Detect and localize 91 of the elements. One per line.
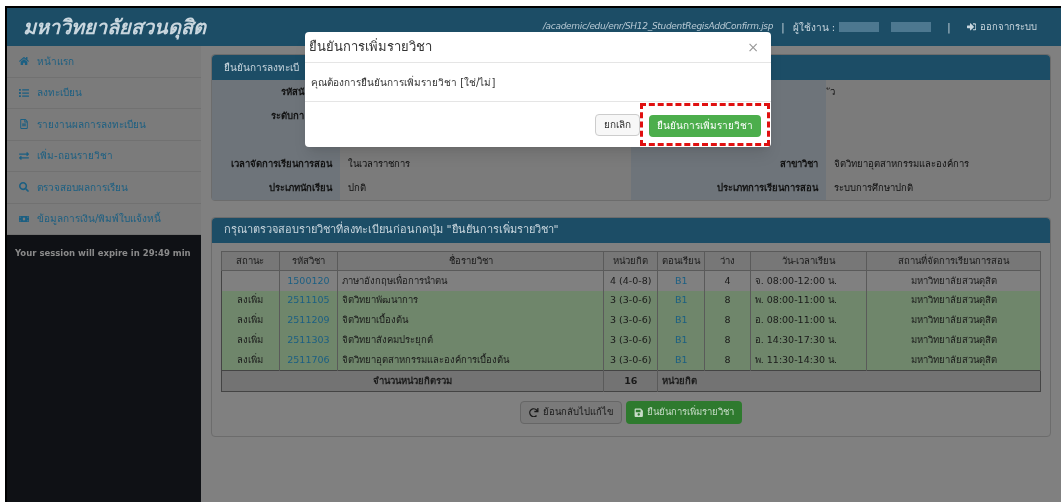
total-value: 16 <box>624 374 638 386</box>
session-timer: Your session will expire in 29:49 min <box>14 247 192 260</box>
field-value: ัว <box>826 84 835 100</box>
table-cell: ลงเพิ่ม <box>237 294 264 306</box>
table-cell: จ. 08:00-12:00 น. <box>754 274 837 286</box>
table-cell: 8 <box>724 354 731 366</box>
table-cell: จิตวิทยาเบื้องต้น <box>342 314 409 326</box>
cancel-button[interactable]: ยกเลิก <box>595 113 640 136</box>
back-button[interactable]: ย้อนกลับไปแก้ไข <box>520 401 622 424</box>
course-link[interactable]: 1500120 <box>287 274 330 286</box>
panel-title: ยืนยันการลงทะเบี <box>224 61 299 75</box>
table-cell: อ. 08:00-11:00 น. <box>754 314 837 326</box>
table-cell: 3 (3-0-6) <box>610 334 652 346</box>
column-header: หน่วยกิต <box>603 251 658 271</box>
dialog-title: ยืนยันการเพิ่มรายวิชา <box>309 37 433 57</box>
column-header: ว่าง <box>704 251 751 271</box>
separator: | <box>781 20 785 35</box>
table-cell: พ. 08:00-11:00 น. <box>754 294 837 306</box>
banknote-icon <box>19 213 29 224</box>
course-link[interactable]: 2511303 <box>287 334 330 346</box>
table-cell: จิตวิทยาสังคมประยุกต์ <box>342 334 434 346</box>
sidebar-item[interactable]: รายงานผลการลงทะเบียน <box>7 109 201 141</box>
table-cell: 8 <box>724 294 731 306</box>
redacted-name <box>891 22 932 32</box>
close-button[interactable]: × <box>747 36 759 58</box>
total-unit: หน่วยกิต <box>657 370 1041 392</box>
table-cell: 8 <box>724 334 731 346</box>
document-icon <box>19 119 29 130</box>
course-link[interactable]: B1 <box>674 314 688 326</box>
refresh-icon <box>529 407 539 418</box>
table-cell: ภาษาอังกฤษเพื่อการนำตน <box>342 274 448 286</box>
column-header: รหัสวิชา <box>279 251 338 271</box>
table-cell: 3 (3-0-6) <box>610 354 652 366</box>
course-link[interactable]: B1 <box>674 274 688 286</box>
table-cell: 4 (4-0-8) <box>610 274 652 286</box>
save-icon <box>633 407 643 418</box>
user-label: ผู้ใช้งาน : <box>792 20 836 35</box>
sidebar-item[interactable]: ตรวจสอบผลการเรียน <box>7 172 201 204</box>
page-path: /academic/edu/enr/SH12_StudentRegisAddConfirm.jsp <box>542 20 774 34</box>
course-link[interactable]: 2511209 <box>287 314 330 326</box>
course-link[interactable]: B1 <box>674 334 688 346</box>
arrows-icon <box>19 150 29 161</box>
table-cell: จิตวิทยาอุตสาหกรรมและองค์การเบื้องต้น <box>342 354 510 366</box>
sign-in-icon <box>966 22 976 32</box>
sidebar-item[interactable]: ข้อมูลการเงิน/พิมพ์ใบแจ้งหนี้ <box>7 203 201 235</box>
separator: | <box>947 20 951 35</box>
column-header: สถานที่จัดการเรียนการสอน <box>866 251 1041 271</box>
table-cell: อ. 14:30-17:30 น. <box>754 334 837 346</box>
redacted-name <box>839 22 880 32</box>
site-title: มหาวิทยาลัยสวนดุสิต <box>23 14 206 42</box>
table-cell: ลงเพิ่ม <box>237 314 264 326</box>
table-cell: มหาวิทยาลัยสวนดุสิต <box>910 294 997 306</box>
column-header: สถานะ <box>221 251 280 271</box>
field-label: ประเภทนักเรียน <box>212 176 340 200</box>
column-header: ตอนเรียน <box>657 251 705 271</box>
total-label: จำนวนหน่วยกิตรวม <box>373 374 453 386</box>
sidebar-item[interactable]: ลงทะเบียน <box>7 77 201 109</box>
course-link[interactable]: 2511105 <box>287 294 330 306</box>
table-cell: พ. 11:30-14:30 น. <box>754 354 837 366</box>
field-label: สาขาวิชา <box>631 152 826 176</box>
table-cell: มหาวิทยาลัยสวนดุสิต <box>910 354 997 366</box>
table-cell: 3 (3-0-6) <box>610 294 652 306</box>
column-header: ชื่อรายวิชา <box>337 251 604 271</box>
field-label: เวลาจัดการเรียนการสอน <box>212 152 340 176</box>
table-cell: 3 (3-0-6) <box>610 314 652 326</box>
table-cell: จิตวิทยาพัฒนาการ <box>342 294 419 306</box>
table-cell: ลงเพิ่ม <box>237 334 264 346</box>
field-value: ปกติ <box>347 180 366 195</box>
table-cell: มหาวิทยาลัยสวนดุสิต <box>910 334 997 346</box>
home-icon <box>19 56 29 67</box>
course-link[interactable]: 2511706 <box>287 354 330 366</box>
field-value: จิตวิทยาอุตสาหกรรมและองค์การ <box>833 156 969 172</box>
table-cell: มหาวิทยาลัยสวนดุสิต <box>910 314 997 326</box>
logout-link[interactable]: ออกจากระบบ <box>966 19 1037 35</box>
field-value: ระบบการศึกษาปกติ <box>833 180 913 195</box>
panel-title: กรุณาตรวจสอบรายวิชาที่ลงทะเบียนก่อนกดปุ่ม "ยืนยันการเพิ่มรายวิชา" <box>224 222 559 239</box>
field-label: ประเภทการเรียนการสอน <box>631 176 826 200</box>
table-cell: 4 <box>724 274 731 286</box>
table-cell: มหาวิทยาลัยสวนดุสิต <box>910 274 997 286</box>
search-icon <box>19 182 29 193</box>
column-header: วัน-เวลาเรียน <box>750 251 867 271</box>
sidebar-item[interactable]: หน้าแรก <box>7 46 201 78</box>
list-icon <box>19 87 29 98</box>
sidebar-item[interactable]: เพิ่ม-ถอนรายวิชา <box>7 140 201 172</box>
field-value: ในเวลาราชการ <box>347 156 410 171</box>
table-cell: 8 <box>724 314 731 326</box>
course-link[interactable]: B1 <box>674 294 688 306</box>
table-cell: ลงเพิ่ม <box>237 354 264 366</box>
dialog-confirm-button[interactable]: ยืนยันการเพิ่มรายวิชา <box>649 114 761 137</box>
course-link[interactable]: B1 <box>674 354 688 366</box>
confirm-button[interactable]: ยืนยันการเพิ่มรายวิชา <box>625 401 742 424</box>
